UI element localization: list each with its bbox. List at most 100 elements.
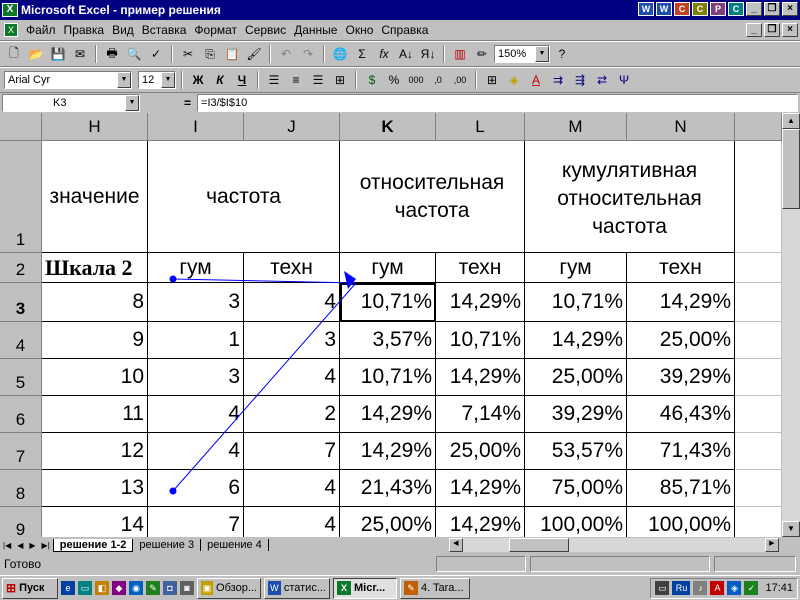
empty-cell[interactable] [735, 433, 782, 470]
subheader-H[interactable]: Шкала 2 [42, 253, 148, 283]
doc-close-icon[interactable]: × [782, 23, 798, 37]
cell-H9[interactable]: 14 [42, 507, 148, 537]
app-icon[interactable]: C [728, 2, 744, 16]
task-excel[interactable]: X Micr... [333, 577, 397, 599]
align-left-icon[interactable]: ☰ [264, 70, 284, 90]
quicklaunch-tool-icon[interactable]: ✎ [146, 581, 160, 595]
tab-next-icon[interactable]: ▶ [26, 541, 38, 550]
chevron-down-icon[interactable]: ▼ [117, 72, 131, 88]
row-header-3[interactable]: 3 [0, 283, 42, 322]
scroll-left-icon[interactable]: ◀ [448, 538, 463, 552]
chevron-down-icon[interactable]: ▼ [125, 95, 139, 111]
cell-L6[interactable]: 7,14% [436, 396, 525, 433]
menu-format[interactable]: Формат [190, 23, 241, 37]
header-frequency[interactable]: частота [148, 141, 340, 253]
cell-M5[interactable]: 25,00% [525, 359, 627, 396]
subheader-L[interactable]: техн [436, 253, 525, 283]
tab-first-icon[interactable]: |◀ [0, 541, 14, 550]
header-value[interactable]: значение [42, 141, 148, 253]
cell-I9[interactable]: 7 [148, 507, 244, 537]
close-icon[interactable]: × [782, 2, 798, 16]
subheader-K[interactable]: гум [340, 253, 436, 283]
column-header-L[interactable]: L [436, 113, 525, 141]
column-header-H[interactable]: H [42, 113, 148, 141]
scroll-thumb[interactable] [782, 129, 800, 209]
quicklaunch-app-icon[interactable]: ◆ [112, 581, 126, 595]
row-header-8[interactable]: 8 [0, 470, 42, 507]
workbook-icon[interactable]: X [4, 23, 18, 37]
remove-arrows-icon[interactable]: ⇄ [592, 70, 612, 90]
cell-K8[interactable]: 21,43% [340, 470, 436, 507]
cell-N4[interactable]: 25,00% [627, 322, 735, 359]
name-box[interactable]: K3 ▼ [2, 94, 140, 112]
zoom-select[interactable]: 150% ▼ [494, 45, 550, 63]
increase-decimal-icon[interactable]: ,0 [428, 70, 448, 90]
word-icon-2[interactable]: W [656, 2, 672, 16]
empty-cell[interactable] [735, 470, 782, 507]
currency-icon[interactable]: $ [362, 70, 382, 90]
tab-last-icon[interactable]: ▶| [39, 541, 53, 550]
cell-K4[interactable]: 3,57% [340, 322, 436, 359]
column-header-J[interactable]: J [244, 113, 340, 141]
spelling-icon[interactable]: ✓ [146, 44, 166, 64]
quicklaunch-explorer-icon[interactable]: e [61, 581, 75, 595]
cell-N9[interactable]: 100,00% [627, 507, 735, 537]
formula-input[interactable]: =I3/$I$10 [197, 94, 798, 112]
font-color-icon[interactable]: A [526, 70, 546, 90]
size-select[interactable]: 12 ▼ [138, 71, 176, 89]
cell-I8[interactable]: 6 [148, 470, 244, 507]
subheader-J[interactable]: техн [244, 253, 340, 283]
empty-cell[interactable] [735, 359, 782, 396]
auditing-icon[interactable]: Ψ [614, 70, 634, 90]
horizontal-scrollbar[interactable]: ◀ ▶ [448, 538, 779, 552]
spreadsheet-grid[interactable]: HIJKLMN1234567891011значениечастотаотнос… [0, 113, 782, 537]
cell-H8[interactable]: 13 [42, 470, 148, 507]
cell-I7[interactable]: 4 [148, 433, 244, 470]
empty-cell[interactable] [735, 322, 782, 359]
font-select[interactable]: Arial Cyr ▼ [4, 71, 132, 89]
cell-J8[interactable]: 4 [244, 470, 340, 507]
minimize-icon[interactable]: _ [746, 2, 762, 16]
row-header-9[interactable]: 9 [0, 507, 42, 537]
help-icon[interactable]: ? [552, 44, 572, 64]
hscroll-thumb[interactable] [508, 538, 569, 552]
menu-insert[interactable]: Вставка [138, 23, 191, 37]
tab-sheet-3[interactable]: решение 4 [201, 539, 269, 551]
quicklaunch-desktop-icon[interactable]: ▭ [78, 581, 92, 595]
subheader-N[interactable]: техн [627, 253, 735, 283]
bold-button[interactable]: Ж [188, 70, 208, 90]
header-cumulative-frequency[interactable]: кумулятивная относительная частота [525, 141, 735, 253]
cell-N8[interactable]: 85,71% [627, 470, 735, 507]
cell-L7[interactable]: 25,00% [436, 433, 525, 470]
column-header-K[interactable]: K [340, 113, 436, 141]
tray-monitor-icon[interactable]: ▭ [655, 581, 670, 595]
merge-center-icon[interactable]: ⊞ [330, 70, 350, 90]
cell-J5[interactable]: 4 [244, 359, 340, 396]
row-header-5[interactable]: 5 [0, 359, 42, 396]
subheader-I[interactable]: гум [148, 253, 244, 283]
align-right-icon[interactable]: ☰ [308, 70, 328, 90]
tab-sheet-2[interactable]: решение 3 [133, 539, 202, 551]
cell-L9[interactable]: 14,29% [436, 507, 525, 537]
cell-M6[interactable]: 39,29% [525, 396, 627, 433]
borders-icon[interactable]: ⊞ [482, 70, 502, 90]
formula-equals[interactable]: = [184, 96, 191, 110]
print-icon[interactable]: 🖶 [102, 44, 122, 64]
thousands-icon[interactable]: 000 [406, 70, 426, 90]
cell-L5[interactable]: 14,29% [436, 359, 525, 396]
cell-J4[interactable]: 3 [244, 322, 340, 359]
cell-M4[interactable]: 14,29% [525, 322, 627, 359]
cut-icon[interactable]: ✂ [178, 44, 198, 64]
menu-help[interactable]: Справка [377, 23, 432, 37]
drawing-icon[interactable]: ✏ [472, 44, 492, 64]
cell-L8[interactable]: 14,29% [436, 470, 525, 507]
powerpoint-icon[interactable]: C [674, 2, 690, 16]
task-word[interactable]: W статис... [264, 577, 330, 599]
cell-I3[interactable]: 3 [148, 283, 244, 322]
tray-antivirus-icon[interactable]: A [710, 581, 725, 595]
doc-restore-icon[interactable]: ❐ [764, 23, 780, 37]
row-header-4[interactable]: 4 [0, 322, 42, 359]
chevron-down-icon[interactable]: ▼ [161, 72, 175, 88]
quicklaunch-media-icon[interactable]: ◘ [163, 581, 177, 595]
cell-J9[interactable]: 4 [244, 507, 340, 537]
